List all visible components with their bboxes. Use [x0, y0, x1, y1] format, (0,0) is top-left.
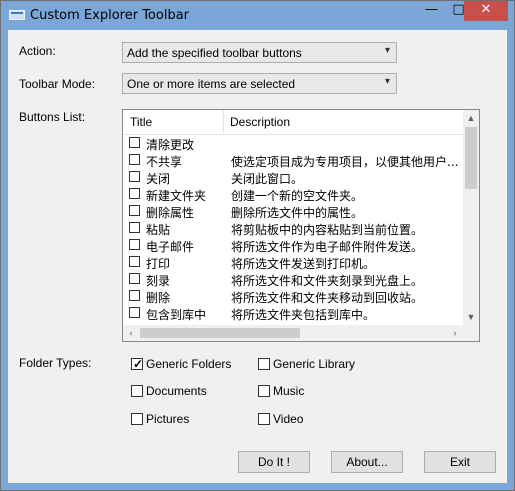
column-header-description[interactable]: Description: [230, 115, 290, 129]
do-it-button[interactable]: Do It !: [238, 451, 310, 473]
table-row[interactable]: 删除 将所选文件和文件夹移动到回收站。: [123, 288, 463, 305]
table-row[interactable]: 包含到库中 将所选文件夹包括到库中。: [123, 305, 463, 322]
list-header: Title Description: [123, 110, 463, 135]
horizontal-scrollbar[interactable]: ‹ ›: [123, 325, 463, 341]
row-description: 创建一个新的空文件夹。: [231, 189, 364, 203]
action-label: Action:: [19, 44, 56, 58]
checkbox-label: Pictures: [146, 412, 190, 426]
row-title: 删除: [146, 291, 171, 305]
checkbox-box[interactable]: [131, 413, 143, 425]
checkbox-label: Generic Folders: [146, 357, 232, 371]
exit-button[interactable]: Exit: [424, 451, 496, 473]
scroll-left-icon[interactable]: ‹: [123, 325, 139, 341]
window-title: Custom Explorer Toolbar: [30, 8, 190, 23]
checkbox-box[interactable]: [258, 413, 270, 425]
checkbox-label: Music: [273, 384, 305, 398]
about-button[interactable]: About...: [331, 451, 403, 473]
row-checkbox[interactable]: [129, 205, 140, 216]
table-row[interactable]: 新建文件夹 创建一个新的空文件夹。: [123, 186, 463, 203]
checkbox-label: Documents: [146, 384, 207, 398]
row-checkbox[interactable]: [129, 222, 140, 233]
folder-types-label: Folder Types:: [19, 356, 92, 370]
column-header-title[interactable]: Title: [130, 115, 152, 129]
scroll-right-icon[interactable]: ›: [447, 325, 463, 341]
list-rows: 清除更改 不共享 使选定项目成为专用项目，以便其他用户... 关闭 关闭此窗口。 新建文件…: [123, 135, 463, 322]
checkbox-label: Video: [273, 412, 304, 426]
toolbar-mode-dropdown[interactable]: One or more items are selected ▾: [122, 73, 397, 94]
table-row[interactable]: 刻录 将所选文件和文件夹刻录到光盘上。: [123, 271, 463, 288]
chevron-down-icon: ▾: [384, 76, 390, 87]
table-row[interactable]: 电子邮件 将所选文件作为电子邮件附件发送。: [123, 237, 463, 254]
row-title: 电子邮件: [146, 240, 195, 254]
row-checkbox[interactable]: [129, 154, 140, 165]
row-description: 关闭此窗口。: [231, 172, 304, 186]
row-checkbox[interactable]: [129, 188, 140, 199]
checkbox-box[interactable]: ✓: [131, 357, 144, 371]
row-description: 将所选文件夹包括到库中。: [231, 308, 376, 322]
row-description: 将所选文件和文件夹刻录到光盘上。: [231, 274, 424, 288]
row-title: 关闭: [146, 172, 171, 186]
table-row[interactable]: 不共享 使选定项目成为专用项目，以便其他用户...: [123, 152, 463, 169]
scroll-down-icon[interactable]: ▼: [463, 309, 479, 325]
scrollbar-corner: [463, 325, 479, 341]
row-description: 将所选文件发送到打印机。: [231, 257, 376, 271]
minimize-button[interactable]: —: [418, 1, 445, 21]
row-checkbox[interactable]: [129, 239, 140, 250]
toolbar-mode-label: Toolbar Mode:: [19, 77, 96, 91]
row-description: 删除所选文件中的属性。: [231, 206, 364, 220]
row-title: 打印: [146, 257, 171, 271]
scroll-up-icon[interactable]: ▲: [463, 110, 479, 126]
row-checkbox[interactable]: [129, 171, 140, 182]
vertical-scrollbar[interactable]: ▲ ▼: [463, 110, 479, 325]
row-description: 将剪贴板中的内容粘贴到当前位置。: [231, 223, 424, 237]
row-description: 使选定项目成为专用项目，以便其他用户...: [231, 155, 459, 169]
toolbar-mode-dropdown-value: One or more items are selected: [127, 77, 296, 91]
row-title: 刻录: [146, 274, 171, 288]
checkbox-box[interactable]: [258, 358, 270, 370]
action-dropdown-value: Add the specified toolbar buttons: [127, 46, 302, 60]
row-checkbox[interactable]: [129, 273, 140, 284]
dialog-body: Action: Add the specified toolbar button…: [8, 30, 507, 483]
row-title: 不共享: [146, 155, 183, 169]
checkbox-box[interactable]: [258, 385, 270, 397]
row-title: 粘贴: [146, 223, 171, 237]
title-bar[interactable]: Custom Explorer Toolbar — □ ✕: [1, 1, 514, 30]
row-title: 清除更改: [146, 138, 195, 152]
table-row[interactable]: 关闭 关闭此窗口。: [123, 169, 463, 186]
checkmark-icon: ✓: [133, 357, 144, 371]
scroll-thumb[interactable]: [465, 127, 477, 189]
table-row[interactable]: 清除更改: [123, 135, 463, 152]
row-description: 将所选文件作为电子邮件附件发送。: [231, 240, 424, 254]
table-row[interactable]: 粘贴 将剪贴板中的内容粘贴到当前位置。: [123, 220, 463, 237]
row-title: 包含到库中: [146, 308, 207, 322]
buttons-list[interactable]: Title Description 清除更改不共享 使选定项目成为专用项目，以便其…: [122, 109, 480, 342]
row-checkbox[interactable]: [129, 290, 140, 301]
app-icon: [9, 10, 25, 20]
row-checkbox[interactable]: [129, 307, 140, 318]
table-row[interactable]: 打印 将所选文件发送到打印机。: [123, 254, 463, 271]
column-divider[interactable]: [223, 110, 224, 133]
row-title: 新建文件夹: [146, 189, 207, 203]
close-button[interactable]: ✕: [464, 1, 508, 21]
checkbox-label: Generic Library: [273, 357, 356, 371]
row-checkbox[interactable]: [129, 137, 140, 148]
scroll-thumb-horizontal[interactable]: [140, 328, 300, 338]
main-window: Custom Explorer Toolbar — □ ✕ Action: Ad…: [0, 0, 515, 491]
checkbox-box[interactable]: [131, 385, 143, 397]
table-row[interactable]: 删除属性 删除所选文件中的属性。: [123, 203, 463, 220]
chevron-down-icon: ▾: [384, 45, 390, 56]
buttons-list-label: Buttons List:: [19, 110, 86, 124]
row-description: 将所选文件和文件夹移动到回收站。: [231, 291, 424, 305]
row-checkbox[interactable]: [129, 256, 140, 267]
action-dropdown[interactable]: Add the specified toolbar buttons ▾: [122, 42, 397, 63]
row-title: 删除属性: [146, 206, 195, 220]
